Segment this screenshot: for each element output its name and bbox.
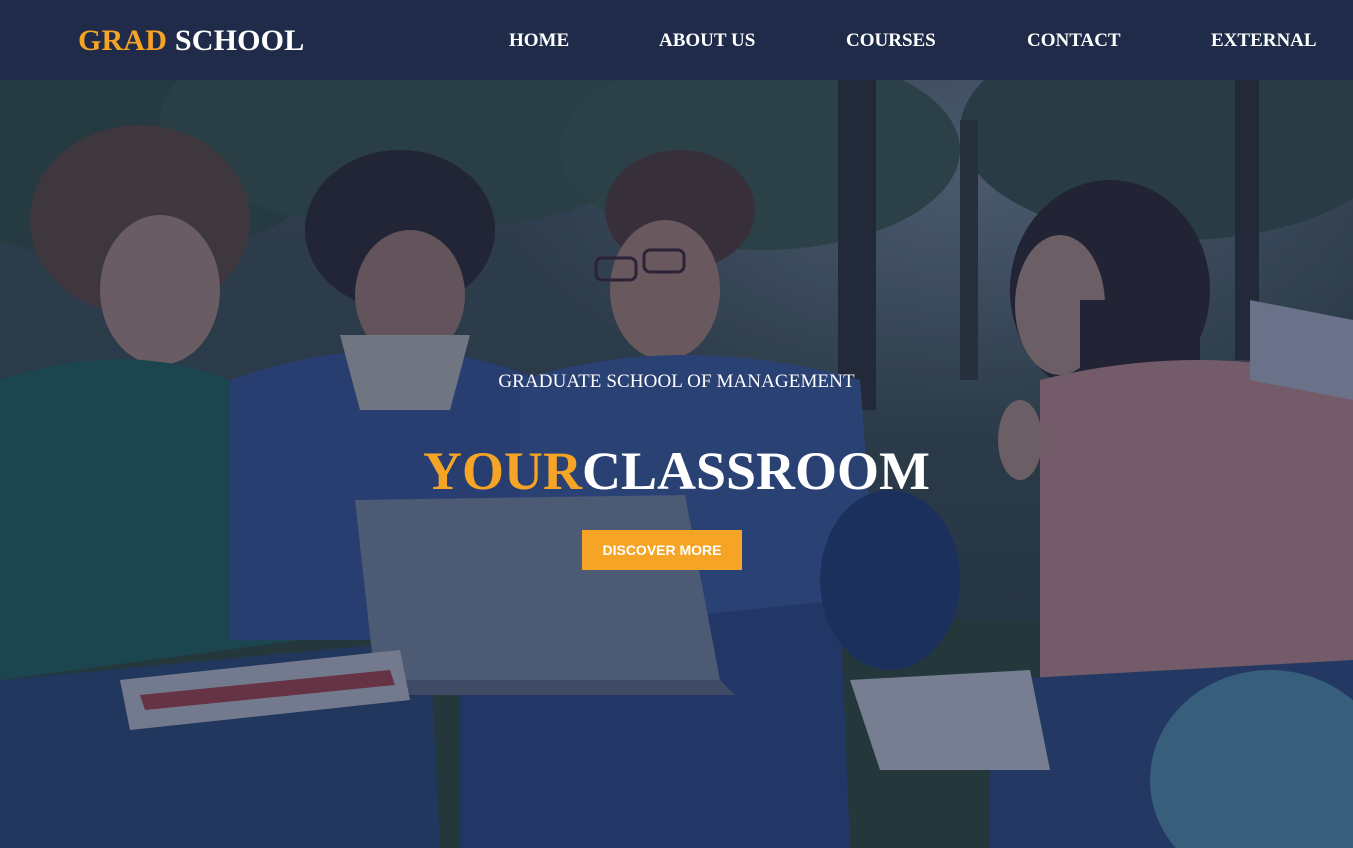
- nav-item-about-us[interactable]: ABOUT US: [659, 29, 755, 53]
- page: GRAD SCHOOL HOME ABOUT US COURSES CONTAC…: [0, 0, 1353, 848]
- nav-item-external[interactable]: EXTERNAL: [1211, 29, 1317, 53]
- hero-title-rest: CLASSROOM: [581, 441, 931, 501]
- discover-more-button[interactable]: DISCOVER MORE: [582, 530, 742, 570]
- nav-item-contact[interactable]: CONTACT: [1027, 29, 1121, 53]
- hero-section: GRADUATE SCHOOL OF MANAGEMENT YOURCLASSR…: [0, 80, 1353, 848]
- hero-subtitle: GRADUATE SCHOOL OF MANAGEMENT: [498, 371, 855, 392]
- hero-title: YOURCLASSROOM: [0, 440, 1353, 502]
- site-header: GRAD SCHOOL HOME ABOUT US COURSES CONTAC…: [0, 0, 1353, 80]
- main-nav: HOME ABOUT US COURSES CONTACT EXTERNAL: [0, 29, 1353, 53]
- hero-title-accent: YOUR: [422, 441, 582, 501]
- nav-item-courses[interactable]: COURSES: [846, 29, 936, 53]
- nav-item-home[interactable]: HOME: [509, 29, 569, 53]
